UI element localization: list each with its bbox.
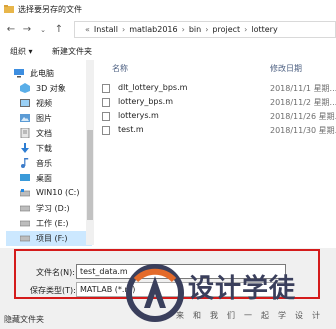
column-header-date[interactable]: 修改日期 — [270, 63, 302, 74]
m-file-icon — [102, 84, 110, 93]
forward-arrow-icon[interactable]: → — [20, 23, 34, 37]
new-folder-button[interactable]: 新建文件夹 — [52, 46, 92, 57]
nav-item-downloads[interactable]: 下载 — [6, 141, 92, 156]
chevron-right-icon: › — [122, 25, 126, 34]
nav-item-label: 图片 — [36, 114, 52, 123]
organize-menu[interactable]: 组织 ▾ — [10, 46, 33, 57]
nav-item-documents[interactable]: 文档 — [6, 126, 92, 141]
window-title: 选择要另存的文件 — [18, 5, 82, 14]
watermark-text: 设计学徒 — [188, 274, 297, 304]
nav-item-label: 3D 对象 — [36, 84, 66, 93]
file-name: lotterys.m — [118, 111, 159, 120]
breadcrumb-item[interactable]: matlab2016 — [129, 25, 177, 34]
breadcrumb: «Install › matlab2016 › bin › project › lottery — [81, 25, 278, 34]
nav-item-pictures[interactable]: 图片 — [6, 111, 92, 126]
file-name: lottery_bps.m — [118, 97, 173, 106]
title-bar: 选择要另存的文件 — [0, 0, 336, 18]
nav-item-label: 学习 (D:) — [36, 204, 70, 213]
nav-item-label: 音乐 — [36, 159, 52, 168]
file-row[interactable]: lottery_bps.m 2018/11/2 星期... — [96, 96, 336, 109]
video-icon — [20, 99, 30, 107]
nav-item-music[interactable]: 音乐 — [6, 156, 92, 171]
file-row[interactable]: dlt_lottery_bps.m 2018/11/1 星期... — [96, 82, 336, 95]
picture-icon — [20, 114, 30, 122]
nav-item-drive-f[interactable]: 项目 (F:) — [6, 231, 92, 246]
hide-folders-toggle[interactable]: 隐藏文件夹 — [4, 314, 44, 325]
nav-item-label: 桌面 — [36, 174, 52, 183]
breadcrumb-item[interactable]: project — [212, 25, 240, 34]
nav-item-drive-d[interactable]: 学习 (D:) — [6, 201, 92, 216]
file-row[interactable]: lotterys.m 2018/11/26 星期... — [96, 110, 336, 123]
scrollbar-thumb[interactable] — [87, 130, 93, 220]
nav-item-label: 视频 — [36, 99, 52, 108]
file-row[interactable]: test.m 2018/11/30 星期... — [96, 124, 336, 137]
nav-item-drive-c[interactable]: WIN10 (C:) — [6, 186, 92, 201]
file-date: 2018/11/2 星期... — [270, 98, 336, 107]
drive-icon — [20, 220, 30, 227]
back-arrow-icon[interactable]: ← — [4, 23, 18, 37]
chevron-icon: « — [85, 25, 90, 34]
m-file-icon — [102, 126, 110, 135]
watermark-subtext: 来和我们一起学设计 — [176, 311, 329, 320]
nav-item-label: 项目 (F:) — [36, 234, 68, 243]
nav-scrollbar[interactable] — [86, 60, 94, 245]
file-name: test.m — [118, 125, 144, 134]
navigation-pane: 此电脑 3D 对象 视频 图片 文档 下载 音乐 桌面 WIN10 (C:) 学… — [0, 60, 92, 250]
m-file-icon — [102, 98, 110, 107]
drive-icon — [20, 235, 30, 242]
cube-icon — [20, 83, 30, 93]
recent-dropdown-icon[interactable]: ⌄ — [36, 23, 50, 37]
file-date: 2018/11/1 星期... — [270, 84, 336, 93]
chevron-right-icon: › — [181, 25, 185, 34]
breadcrumb-item[interactable]: bin — [189, 25, 201, 34]
nav-item-label: 此电脑 — [30, 69, 54, 78]
nav-item-label: WIN10 (C:) — [36, 188, 80, 197]
music-icon — [21, 158, 29, 168]
computer-icon — [14, 69, 24, 78]
nav-item-label: 工作 (E:) — [36, 219, 69, 228]
document-icon — [20, 128, 30, 138]
drive-icon — [20, 205, 30, 212]
nav-item-desktop[interactable]: 桌面 — [6, 171, 92, 186]
app-icon — [4, 5, 14, 13]
nav-item-this-pc[interactable]: 此电脑 — [0, 66, 86, 81]
breadcrumb-item[interactable]: lottery — [251, 25, 277, 34]
m-file-icon — [102, 112, 110, 121]
toolbar: 组织 ▾ 新建文件夹 — [0, 42, 336, 60]
address-bar[interactable]: «Install › matlab2016 › bin › project › lottery — [74, 21, 336, 38]
breadcrumb-item[interactable]: Install — [94, 25, 118, 34]
file-name: dlt_lottery_bps.m — [118, 83, 188, 92]
nav-item-label: 文档 — [36, 129, 52, 138]
nav-item-label: 下载 — [36, 144, 52, 153]
chevron-right-icon: › — [205, 25, 209, 34]
nav-item-3d-objects[interactable]: 3D 对象 — [6, 81, 92, 96]
file-date: 2018/11/30 星期... — [270, 126, 336, 135]
drive-icon — [20, 189, 30, 197]
nav-item-videos[interactable]: 视频 — [6, 96, 92, 111]
nav-item-drive-e[interactable]: 工作 (E:) — [6, 216, 92, 231]
column-header-name[interactable]: 名称 — [112, 63, 128, 74]
desktop-icon — [20, 174, 30, 181]
up-arrow-icon[interactable]: ↑ — [52, 23, 66, 37]
file-date: 2018/11/26 星期... — [270, 112, 336, 121]
download-icon — [21, 143, 29, 153]
chevron-right-icon: › — [244, 25, 248, 34]
